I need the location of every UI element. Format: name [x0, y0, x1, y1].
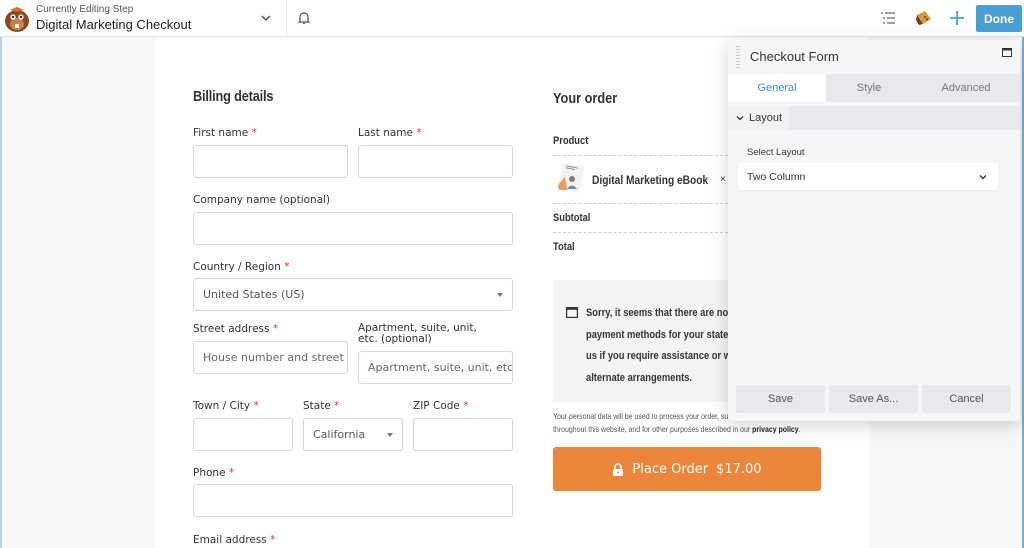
done-button[interactable]: Done [976, 5, 1022, 32]
bell-icon[interactable] [296, 10, 312, 26]
zip-input[interactable] [413, 418, 513, 451]
privacy-text: throughout this website, and for other p… [553, 424, 801, 434]
street-input[interactable]: House number and street name [193, 341, 348, 374]
privacy-policy-link[interactable]: privacy policy [752, 424, 798, 434]
editing-step-info: Currently Editing Step Digital Marketing… [36, 4, 191, 33]
divider [553, 203, 733, 204]
caret-down-icon [497, 293, 503, 297]
street-label: Street address * [193, 323, 279, 335]
country-select[interactable]: United States (US) [193, 278, 513, 311]
step-title[interactable]: Digital Marketing Checkout [36, 16, 191, 33]
apartment-label: Apartment, suite, unit, etc. (optional) [358, 322, 477, 345]
maximize-icon[interactable] [1002, 48, 1012, 57]
subtotal-label: Subtotal [553, 212, 591, 224]
chevron-down-icon [979, 175, 987, 180]
ebook-thumbnail [557, 163, 584, 193]
lock-icon [613, 462, 624, 476]
company-label: Company name (optional) [193, 194, 331, 206]
chevron-down-icon [736, 116, 744, 121]
caret-down-icon [387, 433, 393, 437]
top-bar: Currently Editing Step Digital Marketing… [0, 0, 1024, 37]
beaver-logo-icon[interactable] [2, 5, 32, 33]
order-heading: Your order [553, 90, 618, 107]
email-label: Email address * [193, 534, 276, 546]
apartment-input[interactable]: Apartment, suite, unit, etc. (optional) [358, 351, 513, 384]
drag-handle-icon[interactable] [736, 46, 740, 68]
panel-title: Checkout Form [750, 49, 839, 64]
company-input[interactable] [193, 212, 513, 245]
street-placeholder: House number and street name [203, 351, 347, 364]
pencil-icon[interactable] [914, 9, 934, 27]
select-layout-dropdown[interactable]: Two Column [738, 163, 998, 190]
product-header: Product [553, 135, 589, 147]
save-button[interactable]: Save [736, 385, 825, 413]
tab-style[interactable]: Style [826, 74, 912, 102]
plus-icon[interactable] [948, 9, 966, 27]
chevron-down-icon[interactable] [258, 10, 274, 26]
divider [553, 155, 733, 156]
section-label: Layout [749, 112, 783, 124]
tab-general[interactable]: General [728, 74, 826, 102]
billing-heading: Billing details [193, 88, 274, 105]
phone-label: Phone * [193, 467, 235, 479]
divider [553, 232, 733, 233]
total-label: Total [553, 241, 575, 253]
place-order-button[interactable]: Place Order $17.00 [553, 447, 821, 491]
country-value: United States (US) [203, 288, 305, 301]
last-name-input[interactable] [358, 145, 513, 178]
state-label: State * [303, 400, 340, 412]
panel-header[interactable]: Checkout Form [728, 40, 1020, 74]
last-name-label: Last name * [358, 127, 422, 139]
notice-line: alternate arrangements. [586, 372, 693, 384]
state-select[interactable]: California [303, 418, 403, 451]
place-order-label: Place Order [632, 461, 709, 477]
tab-advanced[interactable]: Advanced [912, 74, 1020, 102]
section-bar: Layout [728, 106, 1020, 130]
step-label: Currently Editing Step [36, 4, 134, 15]
divider [286, 0, 287, 37]
select-layout-value: Two Column [747, 170, 806, 183]
first-name-input[interactable] [193, 145, 348, 178]
city-input[interactable] [193, 418, 293, 451]
window-icon [566, 307, 578, 318]
apartment-placeholder: Apartment, suite, unit, etc. (optional) [368, 361, 513, 374]
product-name: Digital Marketing eBook [592, 173, 709, 187]
canvas-left-edge [0, 37, 2, 548]
cancel-button[interactable]: Cancel [922, 385, 1011, 413]
checkout-form-settings-panel: Checkout Form General Style Advanced Lay… [728, 40, 1020, 421]
zip-label: ZIP Code * [413, 400, 469, 412]
phone-input[interactable] [193, 484, 513, 517]
select-layout-label: Select Layout [747, 147, 805, 158]
state-value: California [313, 428, 366, 441]
first-name-label: First name * [193, 127, 257, 139]
city-label: Town / City * [193, 400, 259, 412]
country-label: Country / Region * [193, 261, 290, 273]
save-as-button[interactable]: Save As... [829, 385, 918, 413]
panel-tabs: General Style Advanced [728, 74, 1020, 102]
outline-list-icon[interactable] [880, 11, 896, 25]
section-layout-toggle[interactable]: Layout [728, 106, 789, 130]
place-order-price: $17.00 [716, 461, 762, 477]
